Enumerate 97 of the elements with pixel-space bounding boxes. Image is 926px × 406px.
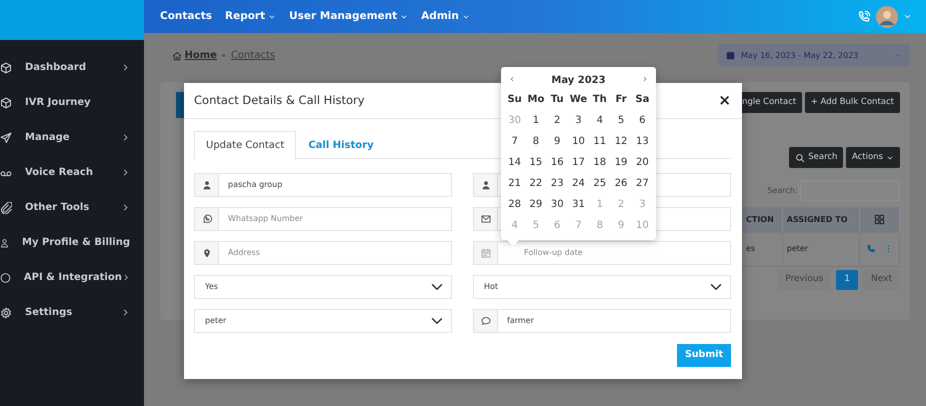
input-field[interactable]: pascha group: [219, 173, 452, 197]
calendar-day[interactable]: 2: [546, 110, 568, 131]
search-button[interactable]: Search: [789, 147, 844, 168]
select-field[interactable]: Hot: [473, 275, 731, 299]
weekday-label: Su: [506, 93, 523, 107]
calendar-day[interactable]: 14: [504, 152, 526, 173]
cube-icon: [0, 96, 12, 108]
month-title: May 2023: [551, 74, 606, 88]
table-cell: peter: [782, 233, 860, 266]
tab[interactable]: Call History: [296, 131, 386, 159]
select-field[interactable]: peter: [194, 309, 452, 333]
calendar-day[interactable]: 31: [568, 194, 590, 215]
calendar-icon: [480, 248, 490, 258]
calendar-day[interactable]: 8: [525, 131, 547, 152]
send-icon: [0, 132, 12, 144]
calendar-day[interactable]: 29: [525, 194, 547, 215]
circle-icon: [0, 272, 11, 284]
select-field[interactable]: Yes: [194, 275, 452, 299]
phone-icon: [866, 244, 876, 254]
calendar-day[interactable]: 24: [568, 173, 590, 194]
sidebar-item[interactable]: Other Tools: [0, 190, 144, 225]
nav-link[interactable]: Report: [225, 8, 276, 24]
calendar-day[interactable]: 1: [525, 110, 547, 131]
calendar-day[interactable]: 5: [610, 110, 632, 131]
calendar-day[interactable]: 3: [568, 110, 590, 131]
settings-icon: [0, 306, 12, 318]
sidebar-item[interactable]: IVR Journey: [0, 85, 144, 120]
tab[interactable]: Update Contact: [194, 131, 296, 159]
weekday-label: Mo: [526, 93, 546, 107]
input-field[interactable]: Whatsapp Number: [219, 207, 452, 231]
sidebar-item[interactable]: My Profile & Billing: [0, 225, 144, 260]
sidebar-item[interactable]: Settings: [0, 295, 144, 330]
calendar-day[interactable]: 17: [568, 152, 590, 173]
search-label: Search:: [767, 184, 798, 196]
calendar-day[interactable]: 30: [546, 194, 568, 215]
caret-icon: [895, 52, 902, 59]
calendar-day[interactable]: 21: [504, 173, 526, 194]
phone-icon: [857, 10, 871, 24]
envelope-icon: [480, 214, 490, 224]
weekday-label: Fr: [614, 93, 628, 107]
caret-icon: [903, 12, 912, 21]
column-header: ASSIGNED TO: [782, 207, 860, 233]
calendar-day[interactable]: 26: [610, 173, 632, 194]
calendar-day[interactable]: 20: [632, 152, 653, 173]
calendar-day[interactable]: 27: [632, 173, 653, 194]
paperclip-icon: [0, 202, 12, 214]
person-icon: [0, 236, 9, 248]
calendar-day[interactable]: 9: [546, 131, 568, 152]
calendar-day[interactable]: 22: [525, 173, 547, 194]
weekday-label: Tu: [550, 93, 565, 107]
input-field[interactable]: Follow-up date: [498, 241, 731, 265]
weekday-label: We: [568, 93, 588, 107]
nav-link[interactable]: User Management: [289, 8, 408, 24]
calendar-day[interactable]: 25: [589, 173, 610, 194]
action-button[interactable]: + Add Bulk Contact: [804, 92, 900, 113]
chat-phone-icon: [202, 214, 212, 224]
location-pin-icon: [202, 248, 212, 258]
calendar-day[interactable]: 11: [589, 131, 610, 152]
calendar-day[interactable]: 15: [525, 152, 547, 173]
close-button[interactable]: ×: [718, 93, 731, 108]
input-field[interactable]: farmer: [498, 309, 731, 333]
calendar-day[interactable]: 10: [568, 131, 590, 152]
prev-month-button[interactable]: ‹: [510, 75, 514, 85]
sidebar-item[interactable]: API & Integration: [0, 260, 144, 295]
calendar-day[interactable]: 4: [589, 110, 610, 131]
person-icon: [480, 180, 490, 190]
calendar-day[interactable]: 23: [546, 173, 568, 194]
cube-icon: [0, 62, 12, 74]
calendar-day[interactable]: 12: [610, 131, 632, 152]
sidebar-item[interactable]: Manage: [0, 120, 144, 155]
calendar-day[interactable]: 19: [610, 152, 632, 173]
weekday-label: Sa: [634, 93, 650, 107]
nav-link[interactable]: Contacts: [160, 8, 212, 24]
column-header: CTION: [742, 207, 782, 233]
avatar-icon: [876, 6, 898, 28]
calendar-day[interactable]: 18: [589, 152, 610, 173]
actions-button[interactable]: Actions: [846, 147, 900, 168]
calendar-day[interactable]: 28: [504, 194, 526, 215]
home-icon: [172, 50, 182, 60]
comment-icon: [480, 316, 490, 326]
weekday-label: Th: [592, 93, 608, 107]
calendar-day[interactable]: 13: [632, 131, 653, 152]
person-icon: [202, 180, 212, 190]
sidebar-item[interactable]: Voice Reach: [0, 155, 144, 190]
sidebar-item[interactable]: Dashboard: [0, 50, 144, 85]
search-icon: [795, 152, 806, 162]
modal-title: Contact Details & Call History: [194, 92, 365, 109]
breadcrumb-dot: [222, 54, 226, 57]
input-field[interactable]: Address: [219, 241, 452, 265]
grid-icon: [874, 214, 886, 226]
calendar-icon: [726, 51, 735, 60]
pagination-button[interactable]: 1: [836, 270, 858, 290]
next-month-button[interactable]: ›: [642, 75, 647, 85]
calendar-day[interactable]: 7: [504, 131, 526, 152]
nav-link[interactable]: Admin: [421, 8, 470, 24]
calendar-day[interactable]: 6: [632, 110, 653, 131]
calendar-day[interactable]: 16: [546, 152, 568, 173]
